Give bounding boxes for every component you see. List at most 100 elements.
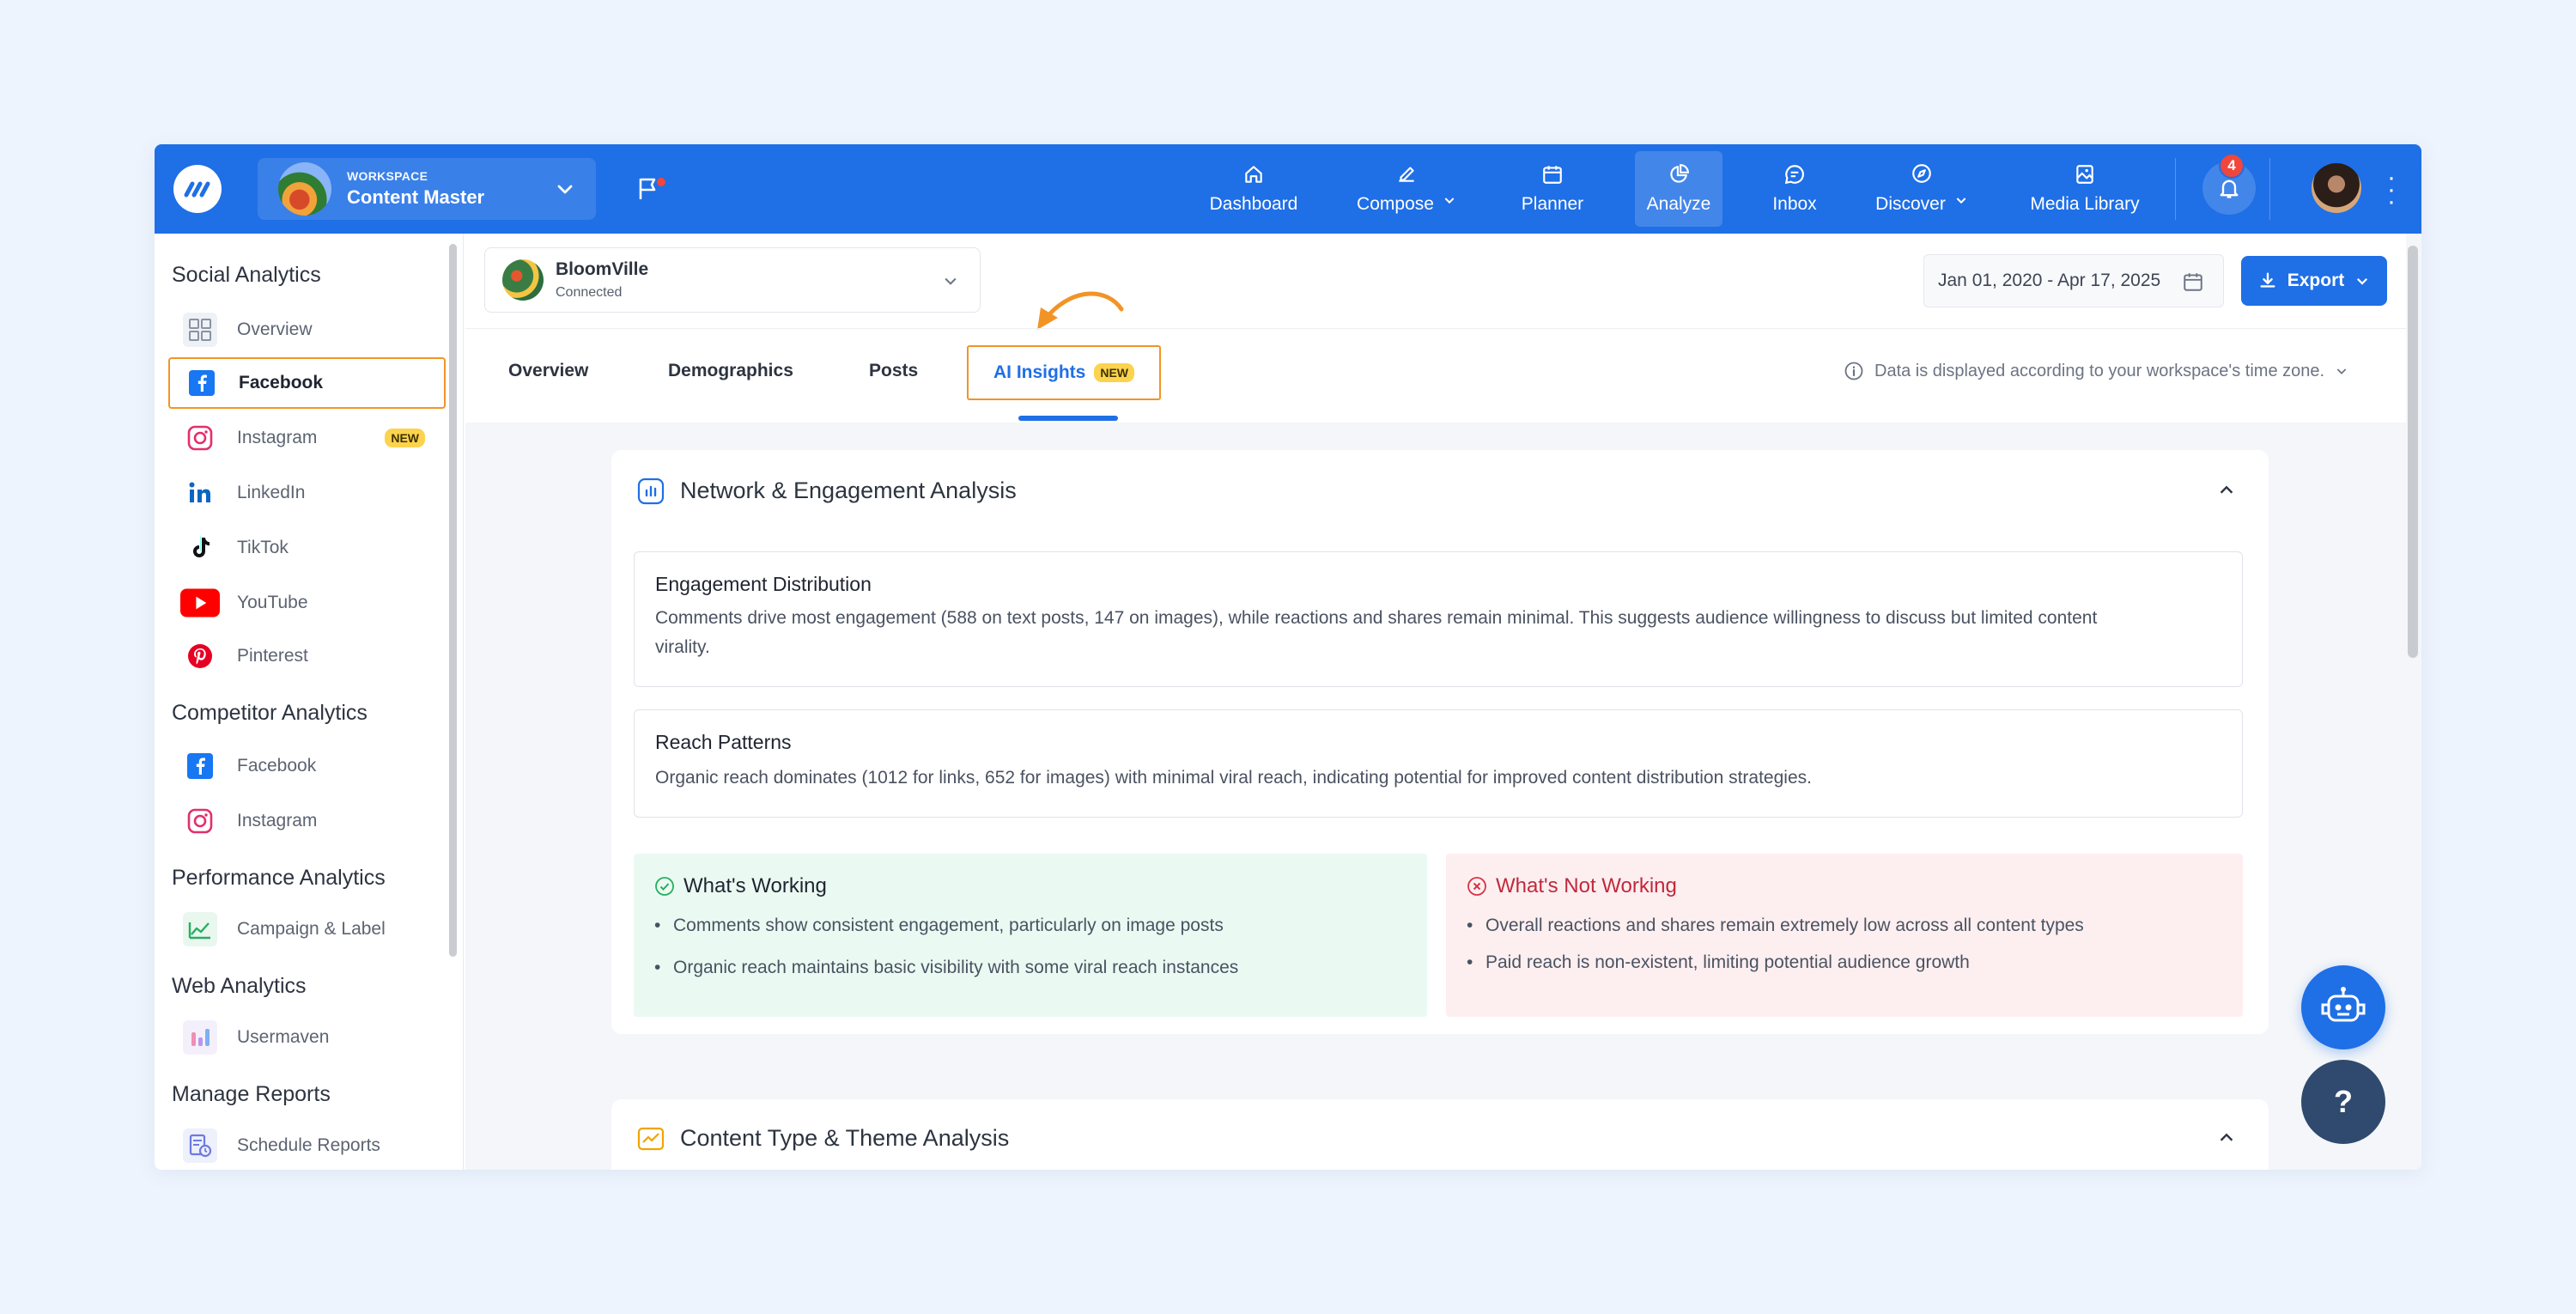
- calendar-icon: [2184, 273, 2202, 291]
- nav-label: Planner: [1521, 194, 1584, 214]
- notification-badge: 4: [2219, 153, 2245, 179]
- app-window: WORKSPACE Content Master Dashboard Compo…: [155, 144, 2421, 1170]
- check-circle-icon: [655, 877, 674, 896]
- linkedin-icon: [180, 473, 220, 513]
- sidebar-item-pinterest[interactable]: Pinterest: [168, 630, 446, 682]
- list-item: Organic reach maintains basic visibility…: [653, 958, 1238, 978]
- pie-chart-icon: [1670, 164, 1689, 183]
- nav-discover[interactable]: Discover: [1872, 151, 1971, 227]
- sidebar-item-label: Campaign & Label: [237, 919, 386, 939]
- chevron-down-icon: [2357, 277, 2368, 285]
- account-selector[interactable]: BloomVille Connected: [484, 247, 981, 313]
- main-scrollbar[interactable]: [2408, 246, 2418, 658]
- active-tab-indicator: [1018, 416, 1118, 421]
- new-badge: NEW: [1094, 363, 1134, 382]
- whats-working-panel: What's Working Comments show consistent …: [634, 854, 1427, 1017]
- section-title-social-analytics: Social Analytics: [172, 263, 321, 287]
- card-title: Content Type & Theme Analysis: [680, 1125, 1010, 1151]
- sidebar-item-label: TikTok: [237, 538, 289, 557]
- sidebar-item-competitor-instagram[interactable]: Instagram: [168, 795, 446, 847]
- workspace-label: WORKSPACE: [347, 169, 428, 183]
- flag-icon[interactable]: [637, 175, 668, 207]
- chevron-up-icon[interactable]: [2217, 481, 2236, 500]
- card-title: Network & Engagement Analysis: [680, 478, 1017, 503]
- tab-posts[interactable]: Posts: [869, 361, 918, 381]
- nav-media-library[interactable]: Media Library: [2026, 151, 2143, 227]
- account-name: BloomVille: [556, 259, 649, 279]
- bar-chart-icon: [180, 1018, 220, 1057]
- chevron-down-icon: [1956, 198, 1966, 204]
- nav-label: Media Library: [2030, 194, 2140, 214]
- timezone-note[interactable]: Data is displayed according to your work…: [1844, 361, 2348, 381]
- report-icon: [180, 1126, 220, 1165]
- sidebar-item-campaign-label[interactable]: Campaign & Label: [168, 903, 446, 955]
- workspace-avatar: [278, 162, 331, 216]
- user-avatar[interactable]: [2312, 163, 2361, 213]
- tab-overview[interactable]: Overview: [508, 361, 588, 381]
- youtube-icon: [180, 583, 220, 623]
- panel-title: What's Not Working: [1496, 874, 1677, 897]
- app-logo[interactable]: [173, 165, 222, 213]
- sidebar-item-facebook[interactable]: Facebook: [168, 357, 446, 409]
- nav-analyze[interactable]: Analyze: [1635, 151, 1722, 227]
- tab-ai-insights[interactable]: AI Insights NEW: [967, 345, 1161, 400]
- section-title-performance-analytics: Performance Analytics: [172, 866, 386, 890]
- sidebar-item-label: LinkedIn: [237, 483, 306, 502]
- tab-label: AI Insights: [993, 362, 1086, 382]
- sidebar-item-instagram[interactable]: Instagram NEW: [168, 412, 446, 464]
- ai-assistant-button[interactable]: [2301, 965, 2385, 1049]
- more-vertical-icon[interactable]: · · ·: [2387, 165, 2396, 215]
- workspace-switcher[interactable]: WORKSPACE Content Master: [258, 158, 596, 220]
- chevron-up-icon[interactable]: [2217, 1128, 2236, 1147]
- tab-demographics[interactable]: Demographics: [668, 361, 793, 381]
- sidebar-item-schedule-reports[interactable]: Schedule Reports: [168, 1120, 446, 1170]
- nav-label: Inbox: [1772, 194, 1817, 214]
- analytics-sidebar: Social Analytics Overview Facebook Insta…: [155, 234, 464, 1170]
- nav-inbox[interactable]: Inbox: [1760, 151, 1829, 227]
- account-avatar: [502, 259, 544, 301]
- section-title-web-analytics: Web Analytics: [172, 974, 307, 998]
- divider: [2269, 158, 2270, 220]
- box-title: Reach Patterns: [655, 731, 792, 753]
- compass-icon: [1912, 164, 1931, 183]
- list-item: Overall reactions and shares remain extr…: [1465, 916, 2084, 936]
- sidebar-item-label: Usermaven: [237, 1027, 330, 1047]
- list-item: Comments show consistent engagement, par…: [653, 916, 1238, 936]
- download-icon: [2260, 272, 2275, 288]
- nav-compose[interactable]: Compose: [1348, 151, 1465, 227]
- calendar-icon: [1543, 166, 1562, 184]
- nav-label: Compose: [1357, 194, 1434, 214]
- bell-icon: [2220, 179, 2239, 198]
- list-item: Paid reach is non-existent, limiting pot…: [1465, 952, 2084, 973]
- sidebar-item-overview[interactable]: Overview: [168, 304, 446, 356]
- nav-dashboard[interactable]: Dashboard: [1204, 151, 1303, 227]
- sidebar-scrollbar[interactable]: [449, 244, 457, 957]
- export-button[interactable]: Export: [2241, 256, 2387, 306]
- sidebar-item-label: Instagram: [237, 428, 318, 447]
- timezone-text: Data is displayed according to your work…: [1874, 361, 2325, 380]
- sidebar-item-label: YouTube: [237, 593, 308, 612]
- sidebar-item-competitor-facebook[interactable]: Facebook: [168, 740, 446, 792]
- nav-planner[interactable]: Planner: [1511, 151, 1594, 227]
- content-type-theme-card: Content Type & Theme Analysis: [611, 1099, 2269, 1170]
- chevron-down-icon: [1444, 198, 1455, 204]
- sidebar-item-tiktok[interactable]: TikTok: [168, 522, 446, 574]
- sidebar-item-label: Overview: [237, 319, 313, 339]
- annotation-arrow: [1037, 291, 1124, 330]
- date-range-value: Jan 01, 2020 - Apr 17, 2025: [1938, 271, 2161, 290]
- box-text: Organic reach dominates (1012 for links,…: [655, 768, 1812, 788]
- sidebar-item-youtube[interactable]: YouTube: [168, 577, 446, 629]
- sidebar-item-linkedin[interactable]: LinkedIn: [168, 467, 446, 519]
- divider: [2175, 158, 2176, 220]
- date-range-picker[interactable]: Jan 01, 2020 - Apr 17, 2025: [1923, 254, 2224, 307]
- instagram-icon: [180, 801, 220, 841]
- help-button[interactable]: ?: [2301, 1060, 2385, 1144]
- chevron-down-icon: [557, 185, 573, 194]
- x-circle-icon: [1467, 877, 1486, 896]
- sidebar-item-usermaven[interactable]: Usermaven: [168, 1012, 446, 1063]
- sidebar-item-label: Pinterest: [237, 646, 308, 666]
- new-badge: NEW: [385, 429, 425, 447]
- network-engagement-card: Network & Engagement Analysis Engagement…: [611, 450, 2269, 1034]
- chevron-down-icon: [2336, 368, 2347, 374]
- pinterest-icon: [180, 636, 220, 676]
